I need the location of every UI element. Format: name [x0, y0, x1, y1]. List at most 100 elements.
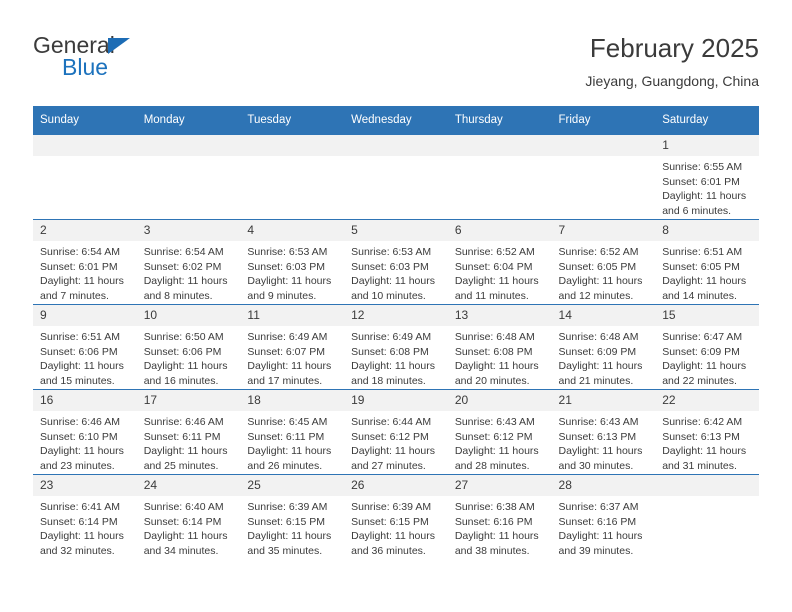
sunset-text: Sunset: 6:07 PM	[247, 345, 326, 358]
calendar-day-cell[interactable]: 3 Sunrise: 6:54 AM Sunset: 6:02 PM Daylight…	[136, 219, 241, 305]
daylight-text: Daylight: 11 hours and 39 minutes.	[558, 530, 643, 557]
page-subtitle-location: Jieyang, Guangdong, China	[585, 73, 759, 89]
daylight-text: Daylight: 11 hours and 22 minutes.	[662, 360, 747, 387]
day-number: 3	[136, 220, 241, 241]
daylight-text: Daylight: 11 hours and 32 minutes.	[40, 530, 124, 557]
day-number: 7	[551, 220, 656, 241]
calendar-day-cell[interactable]: 9 Sunrise: 6:51 AM Sunset: 6:06 PM Daylight…	[33, 304, 137, 390]
day-details: Sunrise: 6:39 AM Sunset: 6:15 PM Daylight:…	[240, 496, 344, 558]
calendar-day-cell[interactable]: 10 Sunrise: 6:50 AM Sunset: 6:06 PM Dayligh…	[136, 304, 241, 390]
sunrise-text: Sunrise: 6:52 AM	[558, 246, 639, 258]
day-number	[240, 135, 345, 156]
daylight-text: Daylight: 11 hours and 18 minutes.	[351, 360, 435, 387]
day-number	[33, 135, 137, 156]
calendar-cell-empty	[344, 134, 448, 220]
calendar-day-cell[interactable]: 18 Sunrise: 6:45 AM Sunset: 6:11 PM Dayligh…	[240, 389, 345, 475]
calendar-table: Sunday Monday Tuesday Wednesday Thursday…	[33, 106, 759, 559]
calendar-day-cell[interactable]: 6 Sunrise: 6:52 AM Sunset: 6:04 PM Daylight…	[447, 219, 552, 305]
calendar-day-cell[interactable]: 14 Sunrise: 6:48 AM Sunset: 6:09 PM Dayligh…	[551, 304, 656, 390]
day-details: Sunrise: 6:52 AM Sunset: 6:04 PM Daylight:…	[448, 241, 552, 303]
day-number	[655, 475, 759, 496]
day-details: Sunrise: 6:45 AM Sunset: 6:11 PM Daylight:…	[240, 411, 344, 473]
sunrise-text: Sunrise: 6:44 AM	[351, 416, 432, 428]
day-details: Sunrise: 6:40 AM Sunset: 6:14 PM Daylight:…	[137, 496, 241, 558]
day-details: Sunrise: 6:54 AM Sunset: 6:01 PM Daylight:…	[33, 241, 137, 303]
sunset-text: Sunset: 6:10 PM	[40, 430, 118, 443]
calendar-day-cell[interactable]: 7 Sunrise: 6:52 AM Sunset: 6:05 PM Daylight…	[551, 219, 656, 305]
calendar-day-cell[interactable]: 25 Sunrise: 6:39 AM Sunset: 6:15 PM Dayligh…	[240, 474, 345, 559]
sunrise-text: Sunrise: 6:37 AM	[558, 501, 639, 513]
day-number: 17	[136, 390, 241, 411]
day-number: 14	[551, 305, 656, 326]
day-number: 1	[655, 135, 759, 156]
calendar-day-cell[interactable]: 21 Sunrise: 6:43 AM Sunset: 6:13 PM Dayligh…	[551, 389, 656, 475]
sunrise-text: Sunrise: 6:39 AM	[351, 501, 432, 513]
sunrise-text: Sunrise: 6:49 AM	[247, 331, 328, 343]
calendar-day-cell[interactable]: 23 Sunrise: 6:41 AM Sunset: 6:14 PM Dayligh…	[33, 474, 137, 559]
calendar-day-cell[interactable]: 2 Sunrise: 6:54 AM Sunset: 6:01 PM Daylight…	[33, 219, 137, 305]
sunrise-text: Sunrise: 6:48 AM	[454, 331, 535, 343]
calendar-day-cell[interactable]: 26 Sunrise: 6:39 AM Sunset: 6:15 PM Dayligh…	[344, 474, 448, 559]
sunset-text: Sunset: 6:08 PM	[351, 345, 429, 358]
calendar-week-row: 1 Sunrise: 6:55 AM Sunset: 6:01 PM Daylight…	[33, 134, 759, 220]
calendar-day-cell[interactable]: 22 Sunrise: 6:42 AM Sunset: 6:13 PM Dayligh…	[655, 389, 759, 475]
calendar-day-cell[interactable]: 12 Sunrise: 6:49 AM Sunset: 6:08 PM Dayligh…	[344, 304, 448, 390]
sunset-text: Sunset: 6:11 PM	[247, 430, 325, 443]
sunrise-text: Sunrise: 6:38 AM	[454, 501, 535, 513]
calendar-day-cell[interactable]: 28 Sunrise: 6:37 AM Sunset: 6:16 PM Dayligh…	[551, 474, 656, 559]
calendar-page: General Blue February 2025 Jieyang, Guan…	[0, 0, 792, 612]
calendar-day-cell[interactable]: 15 Sunrise: 6:47 AM Sunset: 6:09 PM Dayligh…	[655, 304, 759, 390]
sunset-text: Sunset: 6:15 PM	[351, 515, 429, 528]
day-details: Sunrise: 6:46 AM Sunset: 6:10 PM Daylight:…	[33, 411, 137, 473]
day-details: Sunrise: 6:41 AM Sunset: 6:14 PM Daylight:…	[33, 496, 137, 558]
calendar-day-cell[interactable]: 5 Sunrise: 6:53 AM Sunset: 6:03 PM Daylight…	[344, 219, 448, 305]
day-details: Sunrise: 6:43 AM Sunset: 6:13 PM Daylight:…	[552, 411, 656, 473]
calendar-day-cell[interactable]: 4 Sunrise: 6:53 AM Sunset: 6:03 PM Daylight…	[240, 219, 345, 305]
sunset-text: Sunset: 6:16 PM	[558, 515, 637, 528]
calendar-day-cell[interactable]: 16 Sunrise: 6:46 AM Sunset: 6:10 PM Dayligh…	[33, 389, 137, 475]
weekday-header-friday: Friday	[551, 106, 656, 135]
calendar-day-cell[interactable]: 11 Sunrise: 6:49 AM Sunset: 6:07 PM Dayligh…	[240, 304, 345, 390]
calendar-day-cell[interactable]: 19 Sunrise: 6:44 AM Sunset: 6:12 PM Dayligh…	[344, 389, 448, 475]
calendar-day-cell[interactable]: 8 Sunrise: 6:51 AM Sunset: 6:05 PM Daylight…	[655, 219, 759, 305]
sunrise-text: Sunrise: 6:54 AM	[143, 246, 224, 258]
weekday-header-wednesday: Wednesday	[344, 106, 448, 135]
day-details: Sunrise: 6:53 AM Sunset: 6:03 PM Daylight:…	[240, 241, 344, 303]
sunrise-text: Sunrise: 6:55 AM	[662, 161, 743, 173]
day-number: 27	[447, 475, 552, 496]
day-number: 10	[136, 305, 241, 326]
daylight-text: Daylight: 11 hours and 31 minutes.	[662, 445, 747, 472]
day-number	[136, 135, 241, 156]
day-details: Sunrise: 6:52 AM Sunset: 6:05 PM Daylight:…	[552, 241, 656, 303]
calendar-week-row: 23 Sunrise: 6:41 AM Sunset: 6:14 PM Dayligh…	[33, 474, 759, 559]
calendar-cell-empty	[551, 134, 656, 220]
day-details: Sunrise: 6:54 AM Sunset: 6:02 PM Daylight:…	[137, 241, 241, 303]
calendar-day-cell[interactable]: 20 Sunrise: 6:43 AM Sunset: 6:12 PM Dayligh…	[447, 389, 552, 475]
calendar-week-row: 9 Sunrise: 6:51 AM Sunset: 6:06 PM Daylight…	[33, 304, 759, 390]
sunset-text: Sunset: 6:06 PM	[40, 345, 118, 358]
day-number	[551, 135, 656, 156]
calendar-day-cell[interactable]: 1 Sunrise: 6:55 AM Sunset: 6:01 PM Daylight…	[655, 134, 759, 220]
sunset-text: Sunset: 6:15 PM	[247, 515, 326, 528]
daylight-text: Daylight: 11 hours and 20 minutes.	[454, 360, 539, 387]
daylight-text: Daylight: 11 hours and 17 minutes.	[247, 360, 332, 387]
sunrise-text: Sunrise: 6:46 AM	[40, 416, 120, 428]
calendar-day-cell[interactable]: 17 Sunrise: 6:46 AM Sunset: 6:11 PM Dayligh…	[136, 389, 241, 475]
daylight-text: Daylight: 11 hours and 7 minutes.	[40, 275, 124, 302]
calendar-day-cell[interactable]: 13 Sunrise: 6:48 AM Sunset: 6:08 PM Dayligh…	[447, 304, 552, 390]
daylight-text: Daylight: 11 hours and 35 minutes.	[247, 530, 332, 557]
calendar-day-cell[interactable]: 24 Sunrise: 6:40 AM Sunset: 6:14 PM Dayligh…	[136, 474, 241, 559]
daylight-text: Daylight: 11 hours and 8 minutes.	[143, 275, 228, 302]
calendar-day-cell[interactable]: 27 Sunrise: 6:38 AM Sunset: 6:16 PM Dayligh…	[447, 474, 552, 559]
daylight-text: Daylight: 11 hours and 34 minutes.	[143, 530, 228, 557]
day-number: 24	[136, 475, 241, 496]
sunset-text: Sunset: 6:08 PM	[454, 345, 533, 358]
day-number: 12	[344, 305, 448, 326]
sunset-text: Sunset: 6:16 PM	[454, 515, 533, 528]
sunrise-text: Sunrise: 6:45 AM	[247, 416, 328, 428]
sunset-text: Sunset: 6:01 PM	[662, 175, 740, 188]
day-details: Sunrise: 6:46 AM Sunset: 6:11 PM Daylight:…	[137, 411, 241, 473]
day-number: 22	[655, 390, 759, 411]
day-number: 28	[551, 475, 656, 496]
day-details: Sunrise: 6:49 AM Sunset: 6:08 PM Daylight:…	[344, 326, 448, 388]
